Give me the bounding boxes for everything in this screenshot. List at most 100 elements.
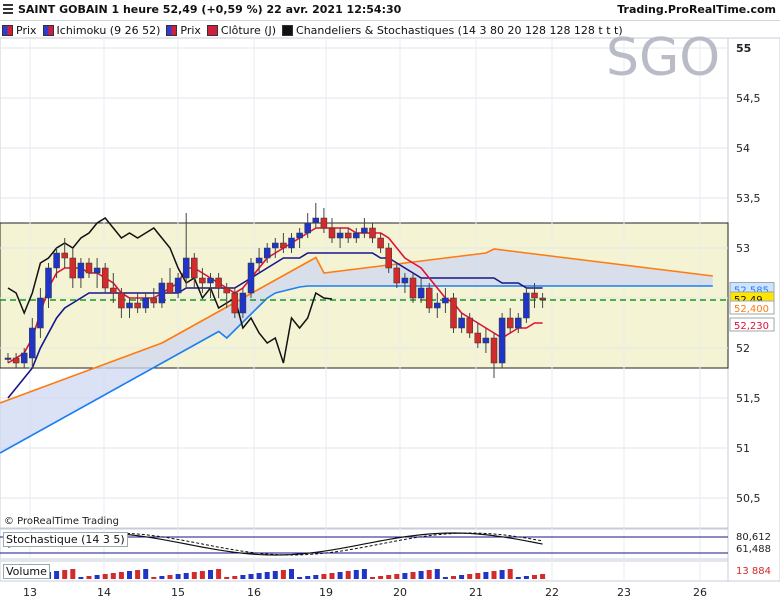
volume-bar: [337, 572, 343, 579]
volume-bar: [305, 576, 311, 579]
volume-bar: [426, 570, 432, 579]
candle-body: [223, 287, 230, 294]
volume-bar: [442, 577, 448, 579]
candle-body: [158, 282, 166, 304]
candle-body: [207, 277, 214, 284]
price-tag-label: 52,230: [734, 321, 769, 332]
volume-bar: [402, 573, 408, 579]
volume-bar: [62, 570, 68, 579]
candle-body: [126, 302, 133, 309]
volume-bar: [418, 571, 424, 579]
volume-bar: [467, 574, 473, 579]
x-tick-label: 13: [23, 586, 37, 599]
volume-bar: [297, 577, 303, 579]
volume-bar: [361, 569, 367, 579]
volume-label[interactable]: Volume: [3, 564, 50, 579]
candle-body: [409, 277, 417, 299]
candle-body: [320, 217, 328, 229]
stoch-value-low: 61,488: [736, 544, 771, 555]
candle-body: [450, 297, 457, 329]
candle-body: [272, 242, 279, 249]
candle-body: [336, 232, 344, 239]
volume-bar: [345, 571, 351, 579]
candle-body: [231, 292, 239, 314]
volume-bar: [483, 572, 489, 579]
x-tick-label: 16: [247, 586, 261, 599]
stochastic-label[interactable]: Stochastique (14 3 5): [3, 532, 128, 547]
candle-body: [328, 227, 336, 239]
ticker-watermark: SGO: [606, 28, 721, 88]
volume-bar: [353, 570, 359, 579]
candle-body: [393, 267, 401, 284]
candle-body: [361, 227, 368, 234]
candle-body: [101, 267, 109, 289]
candle-body: [531, 292, 538, 299]
candle-body: [442, 297, 449, 304]
candle-body: [377, 237, 384, 249]
volume-bar: [70, 569, 76, 579]
y-tick-label: 54: [736, 142, 750, 155]
candle-body: [304, 222, 311, 234]
volume-bar: [78, 577, 84, 579]
volume-bar: [507, 569, 513, 579]
x-tick-label: 23: [617, 586, 631, 599]
candle-body: [255, 257, 263, 264]
volume-bar: [491, 571, 497, 579]
candle-body: [506, 317, 514, 329]
volume-bar: [175, 574, 181, 579]
candle-body: [215, 277, 222, 289]
candle-body: [523, 292, 530, 319]
candle-body: [417, 287, 425, 299]
price-chart[interactable]: 5554,55453,55352,55251,55150,51314151619…: [0, 0, 780, 600]
volume-bar: [321, 574, 327, 579]
volume-bar: [151, 577, 157, 579]
candle-body: [474, 332, 482, 344]
x-tick-label: 21: [469, 586, 483, 599]
candle-body: [20, 352, 28, 364]
volume-bar: [159, 576, 165, 579]
candle-body: [150, 297, 158, 304]
price-tag-label: 52,400: [734, 304, 769, 315]
volume-bar: [515, 577, 521, 579]
candle-body: [12, 357, 20, 364]
candle-body: [77, 262, 85, 279]
volume-bar: [143, 569, 149, 579]
candle-body: [69, 257, 77, 279]
y-tick-label: 53: [736, 242, 750, 255]
candle-body: [118, 292, 125, 309]
volume-bar: [167, 575, 173, 579]
candle-body: [142, 297, 149, 309]
x-tick-label: 22: [545, 586, 559, 599]
candle-body: [458, 317, 465, 329]
volume-bar: [499, 570, 505, 579]
volume-bar: [280, 570, 286, 579]
volume-bar: [199, 571, 205, 579]
candle-body: [490, 337, 498, 364]
candle-body: [312, 217, 320, 224]
volume-bar: [86, 576, 92, 579]
volume-bar: [135, 570, 141, 579]
candle-body: [288, 237, 295, 249]
candle-body: [247, 262, 255, 294]
volume-bar: [256, 573, 262, 579]
volume-bar: [208, 570, 213, 579]
volume-bar: [272, 571, 278, 579]
y-tick-label: 52: [736, 342, 750, 355]
candle-body: [134, 302, 141, 309]
candle-body: [4, 357, 12, 360]
volume-bar: [532, 575, 537, 579]
x-tick-label: 19: [319, 586, 333, 599]
candle-body: [434, 302, 441, 309]
candle-body: [498, 317, 506, 364]
candle-body: [401, 277, 409, 284]
candle-body: [539, 297, 546, 300]
volume-bar: [264, 572, 270, 579]
candle-body: [53, 252, 60, 269]
volume-bar: [329, 573, 335, 579]
x-tick-label: 26: [693, 586, 707, 599]
volume-bar: [232, 576, 238, 579]
candle-body: [296, 232, 303, 239]
candle-body: [29, 327, 36, 359]
candle-body: [199, 277, 206, 284]
candle-body: [61, 252, 68, 259]
